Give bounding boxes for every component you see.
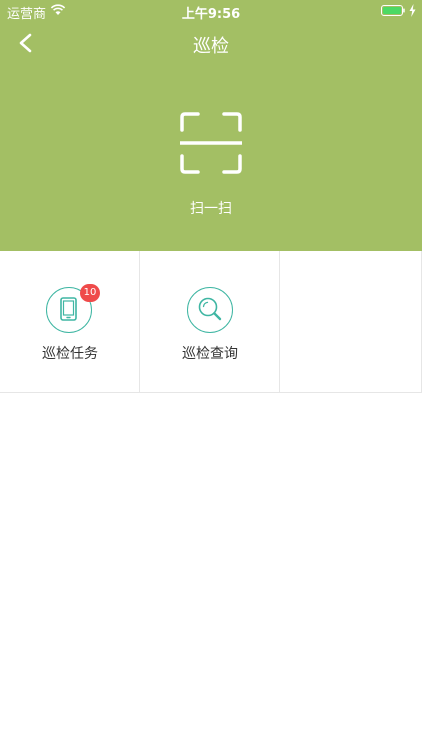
status-time: 上午9:56	[181, 7, 241, 22]
battery-icon	[381, 5, 405, 16]
inspection-task-item[interactable]: 10 巡检任务	[0, 251, 140, 392]
scan-icon	[180, 112, 242, 174]
scan-button[interactable]: 扫一扫	[150, 105, 272, 225]
status-bar: 运营商 上午9:56	[0, 0, 422, 22]
function-grid: 10 巡检任务 巡检查询	[0, 251, 422, 393]
charging-icon	[409, 4, 416, 17]
search-icon	[198, 297, 222, 321]
inspection-query-icon-circle	[187, 287, 233, 333]
task-count-badge: 10	[80, 284, 100, 302]
empty-grid-cell	[280, 251, 422, 392]
inspection-task-label: 巡检任务	[42, 346, 98, 362]
scan-label: 扫一扫	[190, 201, 232, 217]
inspection-query-item[interactable]: 巡检查询	[140, 251, 280, 392]
header-banner: 运营商 上午9:56 巡检 扫一扫	[0, 0, 422, 251]
page-title: 巡检	[193, 36, 229, 57]
inspection-query-label: 巡检查询	[182, 346, 238, 362]
